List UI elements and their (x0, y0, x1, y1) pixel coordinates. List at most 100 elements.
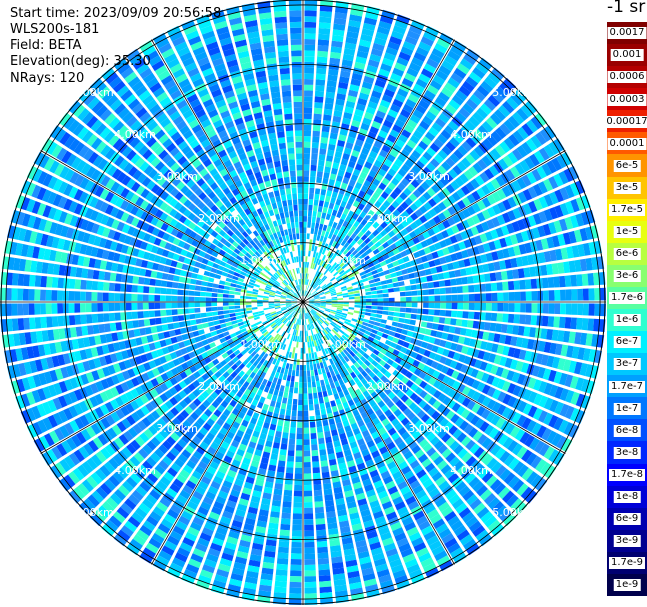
ray-gate-cell (307, 370, 311, 377)
ray-gate-cell (360, 302, 367, 305)
ray-gate-cell (408, 272, 415, 279)
ray-gate-cell (303, 353, 306, 360)
ray-gate-cell (317, 546, 328, 554)
ray-gate-cell (343, 297, 349, 300)
ray-gate-cell (286, 461, 294, 468)
ray-gate-cell (297, 347, 301, 354)
ray-gate-cell (45, 303, 52, 315)
ray-gate-cell (209, 326, 216, 332)
ray-gate-cell (143, 310, 150, 318)
ray-gate-cell (378, 327, 385, 333)
ray-gate-cell (291, 370, 296, 377)
ray-gate-cell (188, 290, 195, 296)
ray-gate-cell (309, 416, 315, 422)
ray-gate-cell (553, 276, 560, 288)
ray-gate-cell (92, 270, 100, 280)
ray-gate-cell (279, 408, 286, 415)
ray-gate-cell (343, 304, 349, 307)
ray-gate-cell (303, 193, 309, 199)
ray-gate-cell (415, 320, 422, 327)
ray-gate-cell (279, 449, 287, 456)
ray-gate-cell (156, 271, 163, 279)
ray-gate-cell (542, 303, 549, 314)
ray-gate-cell (451, 302, 458, 310)
ray-gate-cell (343, 302, 349, 305)
ray-gate-cell (171, 295, 178, 302)
ray-gate-cell (314, 506, 324, 514)
ray-gate-cell (451, 286, 458, 294)
ray-gate-cell (303, 244, 306, 251)
ray-gate-cell (428, 309, 435, 316)
ray-gate-cell (400, 302, 407, 307)
ray-gate-cell (364, 284, 371, 289)
ray-gate-cell (240, 311, 247, 315)
ray-gate-cell (303, 467, 312, 474)
ray-gate-cell (305, 256, 308, 262)
ray-gate-cell (173, 275, 180, 282)
ray-gate-cell (200, 286, 207, 292)
ray-gate-cell (290, 375, 295, 382)
ray-gate-cell (172, 315, 179, 322)
ray-gate-cell (290, 564, 302, 571)
ray-gate-cell (348, 296, 355, 300)
ray-gate-cell (225, 321, 232, 327)
ray-gate-cell (294, 473, 303, 480)
ray-gate-cell (348, 304, 355, 308)
ray-gate-cell (310, 438, 318, 445)
ray-gate-cell (200, 312, 207, 318)
ray-gate-cell (304, 10, 317, 17)
ray-gate-cell (427, 315, 434, 322)
ray-gate-cell (491, 303, 498, 312)
ray-gate-cell (57, 290, 64, 301)
ray-gate-cell (159, 302, 166, 309)
ray-gate-cell (434, 309, 441, 316)
ray-gate-cell (155, 279, 162, 287)
ray-gate-cell (377, 302, 384, 306)
ray-gate-cell (328, 143, 336, 151)
ray-gate-cell (459, 268, 467, 277)
ray-gate-cell (437, 273, 445, 280)
ray-gate-cell (296, 364, 300, 371)
ray-gate-cell (444, 317, 451, 325)
ray-gate-cell (312, 387, 317, 394)
ray-gate-cell (394, 302, 401, 307)
ray-gate-cell (318, 397, 324, 404)
ray-gate-cell (305, 336, 307, 343)
ray-gate-cell (485, 303, 492, 311)
ray-gate-cell (468, 293, 475, 302)
ray-gate-cell (205, 292, 212, 297)
ray-gate-cell (148, 286, 155, 294)
ray-gate-cell (456, 286, 463, 294)
ray-gate-cell (148, 294, 155, 302)
ray-gate-cell (278, 414, 285, 421)
ray-gate-cell (246, 310, 253, 314)
ray-gate-cell (251, 294, 258, 297)
ray-gate-cell (303, 336, 305, 343)
ray-gate-cell (245, 305, 252, 308)
ray-gate-cell (326, 86, 336, 93)
ray-gate-cell (282, 501, 292, 508)
ray-gate-cell (513, 280, 520, 290)
ray-gate-cell (316, 211, 322, 218)
ray-gate-cell (317, 558, 330, 565)
ray-gate-cell (51, 277, 59, 288)
ray-gate-cell (297, 353, 300, 360)
ray-gate-cell (316, 171, 323, 178)
ray-gate-cell (524, 314, 532, 325)
ray-gate-cell (251, 302, 258, 305)
ray-gate-cell (239, 302, 246, 305)
ray-gate-cell (310, 170, 317, 177)
ray-gate-cell (405, 291, 412, 297)
ray-gate-cell (328, 453, 336, 461)
ray-gate-cell (311, 444, 318, 451)
ray-gate-cell (439, 287, 446, 295)
ray-gate-cell (139, 268, 147, 277)
ray-gate-cell (443, 325, 450, 333)
ray-gate-cell (293, 496, 302, 503)
ray-gate-cell (360, 305, 366, 309)
ray-gate-cell (278, 373, 284, 380)
ray-gate-cell (81, 325, 89, 336)
ray-gate-cell (262, 304, 269, 306)
ray-gate-cell (382, 310, 389, 315)
ray-gate-cell (324, 378, 330, 385)
